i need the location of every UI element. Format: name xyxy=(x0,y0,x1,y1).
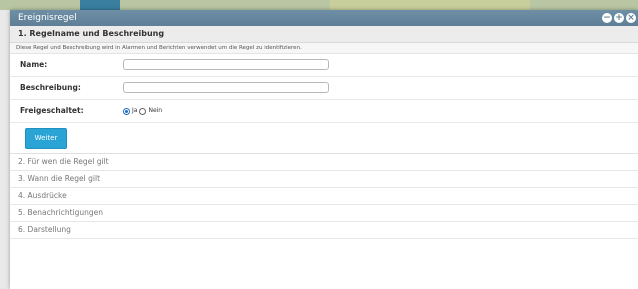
plus-icon[interactable]: + xyxy=(614,13,624,23)
background-app-strip xyxy=(0,0,638,10)
button-row: Weiter xyxy=(10,123,638,154)
name-row: Name: xyxy=(10,54,638,77)
radio-nein-label[interactable]: Nein xyxy=(148,100,162,122)
name-input[interactable] xyxy=(123,59,329,70)
step-3[interactable]: 3. Wann die Regel gilt xyxy=(10,171,638,188)
name-label: Name: xyxy=(20,60,48,69)
dialog-title: Ereignisregel xyxy=(18,13,77,23)
close-icon[interactable]: × xyxy=(626,13,636,23)
section-heading[interactable]: 1. Regelname und Beschreibung xyxy=(10,26,638,43)
step-6[interactable]: 6. Darstellung xyxy=(10,222,638,239)
radio-nein[interactable] xyxy=(139,107,147,115)
description-label: Beschreibung: xyxy=(20,83,81,92)
step-2[interactable]: 2. Für wen die Regel gilt xyxy=(10,154,638,171)
next-button[interactable]: Weiter xyxy=(25,128,67,149)
dialog-titlebar[interactable]: Ereignisregel − + × xyxy=(10,10,638,26)
background-panel xyxy=(0,10,10,289)
enabled-row: Freigeschaltet: Ja Nein xyxy=(10,100,638,123)
description-row: Beschreibung: xyxy=(10,77,638,100)
section-description: Diese Regel und Beschreibung wird in Ala… xyxy=(10,43,638,54)
background-map-area xyxy=(330,0,530,10)
radio-ja-label[interactable]: Ja xyxy=(132,100,137,122)
window-controls: − + × xyxy=(602,13,636,23)
event-rule-dialog: Ereignisregel − + × 1. Regelname und Bes… xyxy=(10,10,638,289)
enabled-radio-group: Ja Nein xyxy=(123,100,162,122)
enabled-label: Freigeschaltet: xyxy=(20,106,84,115)
step-4[interactable]: 4. Ausdrücke xyxy=(10,188,638,205)
minus-icon[interactable]: − xyxy=(602,13,612,23)
radio-ja[interactable] xyxy=(123,107,130,115)
step-5[interactable]: 5. Benachrichtigungen xyxy=(10,205,638,222)
description-input[interactable] xyxy=(123,82,329,93)
background-tab xyxy=(80,0,120,10)
